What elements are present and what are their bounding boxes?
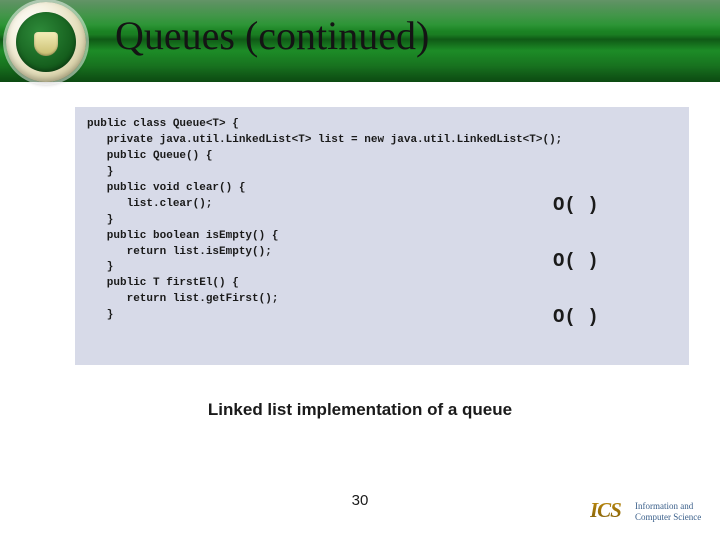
footer-logo: ICS Information and Computer Science — [590, 498, 710, 532]
complexity-clear: O( ) — [553, 194, 599, 216]
complexity-firstEl: O( ) — [553, 306, 599, 328]
footer-line2: Computer Science — [635, 512, 701, 522]
slide-title: Queues (continued) — [115, 12, 429, 59]
title-bar: Queues (continued) — [0, 0, 720, 82]
seal-inner-icon — [34, 32, 58, 56]
footer-line1: Information and — [635, 501, 693, 511]
university-seal-icon — [6, 2, 86, 82]
code-caption: Linked list implementation of a queue — [0, 400, 720, 420]
footer-logo-short: ICS — [590, 498, 621, 523]
complexity-isEmpty: O( ) — [553, 250, 599, 272]
